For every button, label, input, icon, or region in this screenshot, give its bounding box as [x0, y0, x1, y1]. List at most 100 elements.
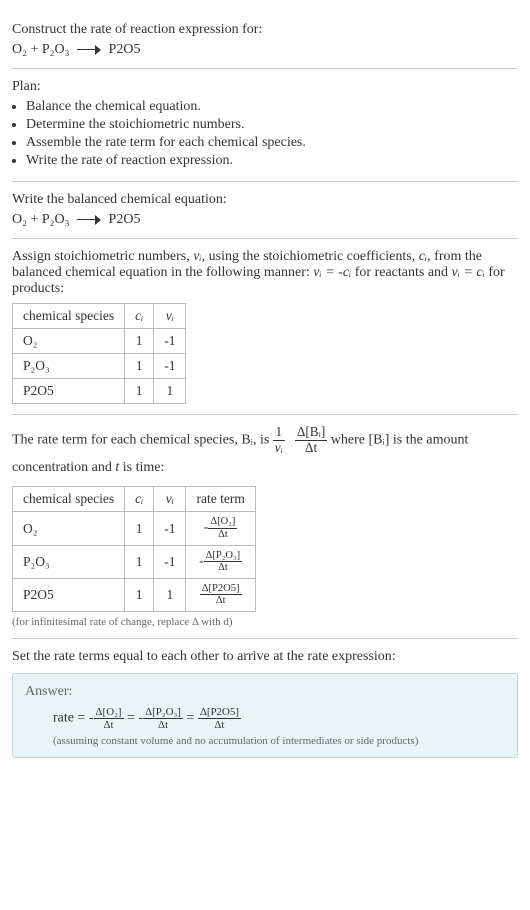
- cell-ci: 1: [125, 578, 154, 611]
- frac-den: Δt: [295, 441, 327, 456]
- final-section: Set the rate terms equal to each other t…: [12, 639, 518, 768]
- plan-item: Write the rate of reaction expression.: [26, 153, 518, 169]
- balanced-reactants: O₂ + P₂O₃: [12, 212, 70, 227]
- cell-rate: -Δ[P₂O₃]Δt: [186, 545, 255, 578]
- rule: νᵢ = -cᵢ: [313, 265, 351, 280]
- frac-num: Δ[P₂O₃]: [204, 550, 243, 563]
- table-row: O₂ 1 -1 -Δ[O₂]Δt: [13, 512, 256, 545]
- cell-nui: 1: [154, 578, 186, 611]
- balanced-equation: O₂ + P₂O₃ P2O5: [12, 212, 518, 228]
- stoich-table: chemical species cᵢ νᵢ O₂ 1 -1 P₂O₃ 1 -1…: [12, 303, 186, 404]
- frac-num: Δ[P2O5]: [200, 583, 242, 596]
- cell-ci: 1: [125, 354, 154, 379]
- rate-frac: Δ[P₂O₃]Δt: [143, 706, 183, 731]
- plan-item: Balance the chemical equation.: [26, 99, 518, 115]
- assumption-note: (assuming constant volume and no accumul…: [25, 735, 505, 747]
- cell-nui: -1: [154, 512, 186, 545]
- intro-prompt: Construct the rate of reaction expressio…: [12, 22, 518, 38]
- cell-rate: Δ[P2O5]Δt: [186, 578, 255, 611]
- cell-species: P2O5: [13, 578, 125, 611]
- cell-ci: 1: [125, 545, 154, 578]
- cell-nui: -1: [154, 329, 186, 354]
- cell-nui: -1: [154, 354, 186, 379]
- frac-den: Δt: [208, 529, 237, 541]
- rate-frac: Δ[P₂O₃]Δt: [204, 550, 243, 574]
- c-i: cᵢ: [419, 249, 427, 264]
- col-nui: νᵢ: [154, 304, 186, 329]
- rateterm-table: chemical species cᵢ νᵢ rate term O₂ 1 -1…: [12, 486, 256, 611]
- frac-num: Δ[O₂]: [94, 706, 124, 719]
- frac-den: νᵢ: [273, 441, 285, 456]
- text: for reactants and: [351, 265, 451, 280]
- text: is time:: [119, 460, 164, 475]
- cell-rate: -Δ[O₂]Δt: [186, 512, 255, 545]
- col-rate: rate term: [186, 487, 255, 512]
- cell-nui: -1: [154, 545, 186, 578]
- intro-section: Construct the rate of reaction expressio…: [12, 12, 518, 69]
- arrow-icon: [77, 45, 101, 55]
- table-header-row: chemical species cᵢ νᵢ: [13, 304, 186, 329]
- balanced-label: Write the balanced chemical equation:: [12, 192, 518, 208]
- cell-species: P2O5: [13, 379, 125, 404]
- rate-frac: Δ[P2O5]Δt: [198, 706, 241, 731]
- frac-den: Δt: [204, 562, 243, 574]
- col-species: chemical species: [13, 304, 125, 329]
- table-row: P₂O₃ 1 -1 -Δ[P₂O₃]Δt: [13, 545, 256, 578]
- rate-prefix: rate =: [53, 711, 89, 726]
- frac-num: Δ[P₂O₃]: [143, 706, 183, 719]
- rate-frac: Δ[P2O5]Δt: [200, 583, 242, 607]
- eq-sign: =: [186, 711, 197, 726]
- eq-sign: =: [127, 711, 138, 726]
- col-nui: νᵢ: [154, 487, 186, 512]
- cell-species: P₂O₃: [13, 545, 125, 578]
- col-ci: cᵢ: [125, 304, 154, 329]
- plan-list: Balance the chemical equation. Determine…: [12, 99, 518, 169]
- intro-product: P2O5: [109, 42, 141, 57]
- cell-ci: 1: [125, 329, 154, 354]
- balanced-product: P2O5: [109, 212, 141, 227]
- col-species: chemical species: [13, 487, 125, 512]
- frac-den: Δt: [200, 595, 242, 607]
- frac-delta-bi: Δ[Bᵢ] Δt: [295, 425, 327, 455]
- col-ci: cᵢ: [125, 487, 154, 512]
- rate-frac: Δ[O₂]Δt: [208, 516, 237, 540]
- table-row: P₂O₃ 1 -1: [13, 354, 186, 379]
- answer-box: Answer: rate = -Δ[O₂]Δt = -Δ[P₂O₃]Δt = Δ…: [12, 673, 518, 758]
- frac-num: Δ[O₂]: [208, 516, 237, 529]
- balanced-section: Write the balanced chemical equation: O₂…: [12, 182, 518, 239]
- table-row: P2O5 1 1 Δ[P2O5]Δt: [13, 578, 256, 611]
- text: , using the stoichiometric coefficients,: [202, 249, 419, 264]
- cell-nui: 1: [154, 379, 186, 404]
- rateterm-intro: The rate term for each chemical species,…: [12, 425, 518, 480]
- answer-label: Answer:: [25, 684, 505, 700]
- frac-num: 1: [273, 425, 285, 441]
- table-row: O₂ 1 -1: [13, 329, 186, 354]
- frac-den: Δt: [198, 719, 241, 731]
- arrow-icon: [77, 215, 101, 225]
- plan-item: Determine the stoichiometric numbers.: [26, 117, 518, 133]
- frac-num: Δ[P2O5]: [198, 706, 241, 719]
- table-header-row: chemical species cᵢ νᵢ rate term: [13, 487, 256, 512]
- rateterm-note: (for infinitesimal rate of change, repla…: [12, 616, 518, 628]
- frac-den: Δt: [94, 719, 124, 731]
- cell-species: O₂: [13, 512, 125, 545]
- plan-item: Assemble the rate term for each chemical…: [26, 135, 518, 151]
- nu-i: νᵢ: [193, 249, 201, 264]
- frac-num: Δ[Bᵢ]: [295, 425, 327, 441]
- intro-equation: O₂ + P₂O₃ P2O5: [12, 42, 518, 58]
- stoich-intro: Assign stoichiometric numbers, νᵢ, using…: [12, 249, 518, 297]
- text: Assign stoichiometric numbers,: [12, 249, 193, 264]
- plan-section: Plan: Balance the chemical equation. Det…: [12, 69, 518, 182]
- text: The rate term for each chemical species,…: [12, 432, 273, 447]
- frac-one-over-nu: 1 νᵢ: [273, 425, 285, 455]
- table-row: P2O5 1 1: [13, 379, 186, 404]
- rateterm-section: The rate term for each chemical species,…: [12, 415, 518, 639]
- rate-expression: rate = -Δ[O₂]Δt = -Δ[P₂O₃]Δt = Δ[P2O5]Δt: [25, 706, 505, 731]
- plan-label: Plan:: [12, 79, 518, 95]
- cell-species: P₂O₃: [13, 354, 125, 379]
- frac-den: Δt: [143, 719, 183, 731]
- rate-frac: Δ[O₂]Δt: [94, 706, 124, 731]
- final-label: Set the rate terms equal to each other t…: [12, 649, 518, 665]
- rule: νᵢ = cᵢ: [452, 265, 485, 280]
- intro-reactants: O₂ + P₂O₃: [12, 42, 70, 57]
